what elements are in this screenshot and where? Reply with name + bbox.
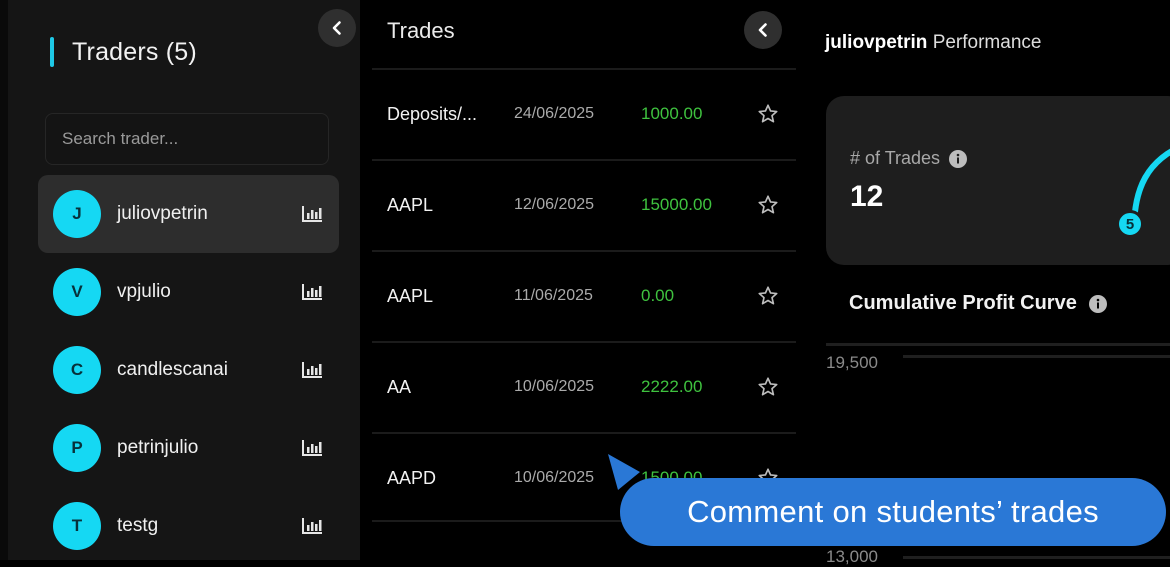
trader-name: candlescanai bbox=[117, 359, 228, 380]
performance-title-suffix: Performance bbox=[932, 32, 1042, 53]
traders-sidebar: Traders (5) JjuliovpetrinVvpjulioCcandle… bbox=[0, 0, 360, 560]
bar-chart-icon[interactable] bbox=[301, 361, 323, 379]
trader-name: petrinjulio bbox=[117, 437, 199, 458]
trade-row[interactable]: AAPL 12/06/2025 15000.00 bbox=[372, 159, 796, 249]
search-trader-field[interactable] bbox=[45, 113, 329, 165]
trade-amount: 0.00 bbox=[641, 286, 675, 305]
trade-row[interactable]: AAPL 11/06/2025 0.00 bbox=[372, 250, 796, 340]
trades-panel: Trades Deposits/... 24/06/2025 1000.00 AAPL… bbox=[372, 0, 796, 560]
chart-gridline bbox=[903, 556, 1170, 559]
bar-chart-icon[interactable] bbox=[301, 283, 323, 301]
performance-user: juliovpetrin bbox=[825, 32, 928, 53]
chevron-left-icon bbox=[758, 23, 767, 37]
trade-amount: 2222.00 bbox=[641, 377, 703, 396]
trades-count-label: # of Trades bbox=[850, 148, 941, 168]
trade-symbol: Deposits/... bbox=[387, 104, 478, 124]
collapse-trades-button[interactable] bbox=[744, 11, 782, 49]
trade-symbol: AAPL bbox=[387, 195, 434, 215]
trader-name: testg bbox=[117, 515, 159, 536]
chart-gridline bbox=[903, 355, 1170, 358]
bar-chart-icon[interactable] bbox=[301, 205, 323, 223]
chart-top-border bbox=[826, 343, 1170, 346]
trader-item[interactable]: Ccandlescanai bbox=[38, 331, 339, 409]
avatar: C bbox=[53, 346, 101, 394]
trades-title: Trades bbox=[387, 18, 455, 43]
gauge-badge: 5 bbox=[1116, 210, 1144, 238]
star-icon[interactable] bbox=[757, 103, 779, 125]
performance-title: juliovpetrin Performance bbox=[825, 32, 1041, 54]
trade-amount: 1000.00 bbox=[641, 104, 703, 123]
trade-date: 10/06/2025 bbox=[514, 469, 595, 486]
traders-header: Traders (5) bbox=[50, 36, 197, 68]
chevron-left-icon bbox=[332, 21, 341, 35]
trader-item[interactable]: Vvpjulio bbox=[38, 253, 339, 331]
trader-name: juliovpetrin bbox=[117, 203, 208, 224]
avatar: T bbox=[53, 502, 101, 550]
star-icon[interactable] bbox=[757, 194, 779, 216]
avatar: V bbox=[53, 268, 101, 316]
header-accent-bar bbox=[50, 37, 54, 67]
avatar: J bbox=[53, 190, 101, 238]
sidebar-edge bbox=[0, 0, 8, 560]
star-icon[interactable] bbox=[757, 376, 779, 398]
traders-title: Traders (5) bbox=[72, 37, 197, 66]
trader-item[interactable]: Ppetrinjulio bbox=[38, 409, 339, 487]
y-tick-label: 13,000 bbox=[826, 547, 878, 566]
feature-callout: Comment on students’ trades bbox=[620, 478, 1166, 546]
trade-date: 12/06/2025 bbox=[514, 196, 595, 213]
collapse-sidebar-button[interactable] bbox=[318, 9, 356, 47]
trader-item[interactable]: Ttestg bbox=[38, 487, 339, 565]
trade-row[interactable]: Deposits/... 24/06/2025 1000.00 bbox=[372, 68, 796, 158]
star-icon[interactable] bbox=[757, 285, 779, 307]
trade-symbol: AAPL bbox=[387, 286, 434, 306]
trader-name: vpjulio bbox=[117, 281, 171, 302]
trade-date: 24/06/2025 bbox=[514, 105, 595, 122]
trader-item[interactable]: Jjuliovpetrin bbox=[38, 175, 339, 253]
trade-date: 10/06/2025 bbox=[514, 378, 595, 395]
info-icon[interactable] bbox=[949, 149, 968, 168]
trade-symbol: AAPD bbox=[387, 468, 437, 488]
trade-row[interactable]: AA 10/06/2025 2222.00 bbox=[372, 341, 796, 431]
trade-symbol: AA bbox=[387, 377, 412, 397]
y-tick-label: 19,500 bbox=[826, 353, 878, 372]
trader-list: Jjuliovpetrin Vvpjulio Ccandlescanai Ppetri… bbox=[38, 175, 339, 565]
trade-date: 11/06/2025 bbox=[514, 287, 593, 304]
search-trader-input[interactable] bbox=[60, 128, 328, 150]
bar-chart-icon[interactable] bbox=[301, 439, 323, 457]
profit-curve-title-row: Cumulative Profit Curve bbox=[849, 292, 1107, 315]
info-icon[interactable] bbox=[1088, 294, 1107, 313]
profit-curve-title: Cumulative Profit Curve bbox=[849, 292, 1077, 314]
trades-count-card: # of Trades 12 5 bbox=[826, 96, 1170, 265]
trades-count-label-row: # of Trades bbox=[850, 148, 968, 169]
avatar: P bbox=[53, 424, 101, 472]
trade-amount: 15000.00 bbox=[641, 195, 712, 214]
trades-count-value: 12 bbox=[850, 180, 884, 213]
bar-chart-icon[interactable] bbox=[301, 517, 323, 535]
